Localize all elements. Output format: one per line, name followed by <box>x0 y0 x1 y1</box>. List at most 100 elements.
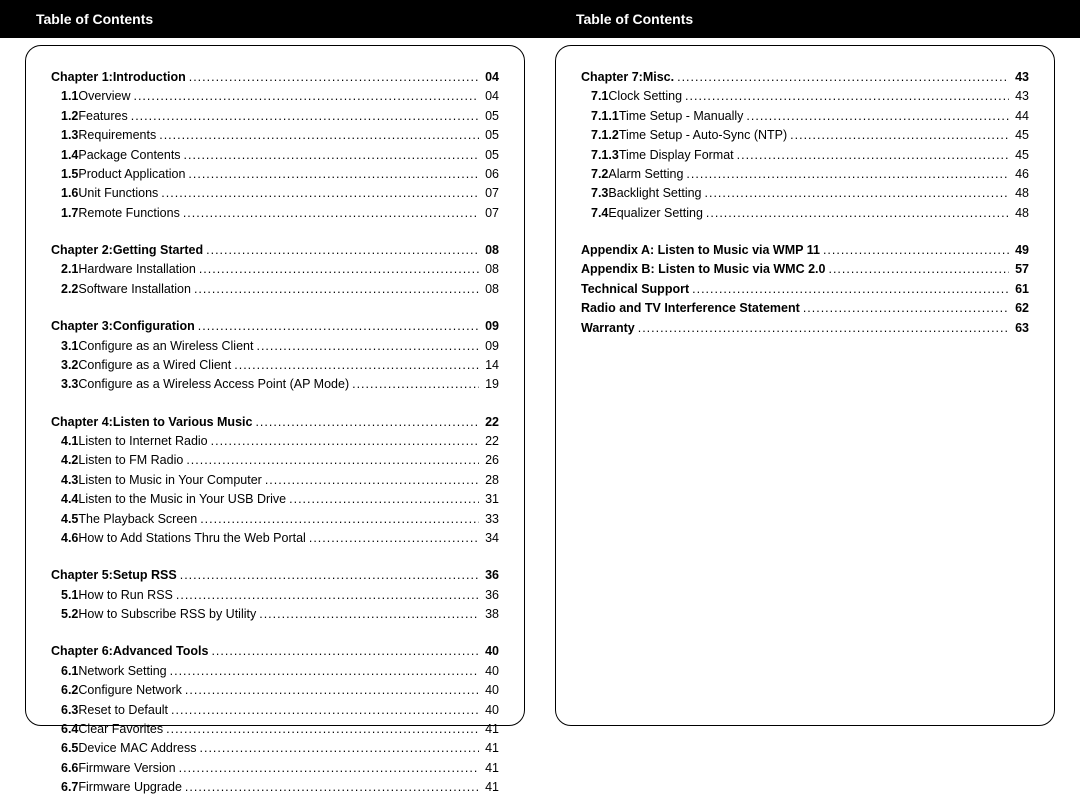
toc-leader-dots <box>191 280 479 299</box>
toc-leader-dots <box>186 68 479 87</box>
toc-entry-title: Warranty <box>581 319 635 338</box>
toc-entry-number: Chapter 6: <box>51 642 113 661</box>
toc-leader-dots <box>262 471 479 490</box>
toc-entry-number: 1.2 <box>61 107 78 126</box>
toc-entry-title: Appendix B: Listen to Music via WMC 2.0 <box>581 260 825 279</box>
toc-sub-row: 1.3 Requirements 05 <box>51 126 499 145</box>
toc-entry-title: Listen to Music in Your Computer <box>78 471 261 490</box>
document-spread: Table of Contents Chapter 1: Introductio… <box>0 0 1080 738</box>
toc-entry-page: 08 <box>479 241 499 260</box>
toc-entry-title: Overview <box>78 87 130 106</box>
toc-sub-row: 7.4 Equalizer Setting 48 <box>581 204 1029 223</box>
toc-extras: Appendix A: Listen to Music via WMP 11 4… <box>581 241 1029 338</box>
toc-leader-dots <box>183 451 479 470</box>
toc-entry-page: 07 <box>479 204 499 223</box>
toc-entry-number: 7.4 <box>591 204 608 223</box>
toc-entry-page: 08 <box>479 280 499 299</box>
toc-leader-dots <box>256 605 479 624</box>
toc-sub-row: 6.2 Configure Network 40 <box>51 681 499 700</box>
toc-chapter-row: Chapter 3: Configuration 09 <box>51 317 499 336</box>
toc-leader-dots <box>635 319 1009 338</box>
toc-entry-number: 7.1.2 <box>591 126 619 145</box>
toc-leader-dots <box>689 280 1009 299</box>
toc-entry-number: 3.3 <box>61 375 78 394</box>
toc-section: Chapter 6: Advanced Tools 40 6.1 Network … <box>51 642 499 797</box>
toc-entry-number: 4.6 <box>61 529 78 548</box>
toc-leader-dots <box>196 260 479 279</box>
toc-entry-title: Advanced Tools <box>113 642 209 661</box>
toc-entry-page: 19 <box>479 375 499 394</box>
toc-entry-title: Configure as an Wireless Client <box>78 337 253 356</box>
toc-sub-row: 1.6 Unit Functions 07 <box>51 184 499 203</box>
toc-leader-dots <box>180 204 479 223</box>
toc-section: Chapter 1: Introduction 041.1 Overview 0… <box>51 68 499 223</box>
toc-entry-number: 1.4 <box>61 146 78 165</box>
toc-chapter-row: Chapter 2: Getting Started 08 <box>51 241 499 260</box>
toc-section: Chapter 4: Listen to Various Music 224.1… <box>51 413 499 549</box>
toc-sub-row: 1.7 Remote Functions 07 <box>51 204 499 223</box>
toc-entry-title: Network Setting <box>78 662 166 681</box>
toc-sub-row: 1.1 Overview 04 <box>51 87 499 106</box>
toc-entry-page: 61 <box>1009 280 1029 299</box>
toc-entry-page: 09 <box>479 317 499 336</box>
toc-entry-number: 4.3 <box>61 471 78 490</box>
toc-entry-page: 09 <box>479 337 499 356</box>
toc-entry-number: Chapter 5: <box>51 566 113 585</box>
toc-sub-row: 6.5 Device MAC Address 41 <box>51 739 499 758</box>
toc-entry-title: Configure as a Wireless Access Point (AP… <box>78 375 349 394</box>
toc-entry-number: 3.2 <box>61 356 78 375</box>
toc-entry-title: Time Display Format <box>619 146 734 165</box>
toc-entry-page: 28 <box>479 471 499 490</box>
toc-leader-dots <box>158 184 479 203</box>
toc-entry-title: Configure as a Wired Client <box>78 356 231 375</box>
toc-sub-row: 4.2 Listen to FM Radio 26 <box>51 451 499 470</box>
toc-sub-row: 1.2 Features 05 <box>51 107 499 126</box>
toc-entry-title: Backlight Setting <box>608 184 701 203</box>
toc-entry-title: Listen to FM Radio <box>78 451 183 470</box>
toc-entry-title: Remote Functions <box>78 204 179 223</box>
toc-section: Chapter 2: Getting Started 082.1 Hardwar… <box>51 241 499 299</box>
toc-entry-title: Configure Network <box>78 681 182 700</box>
toc-entry-number: 6.1 <box>61 662 78 681</box>
page-left: Table of Contents Chapter 1: Introductio… <box>0 0 540 738</box>
toc-leader-dots <box>252 413 479 432</box>
toc-entry-number: 2.2 <box>61 280 78 299</box>
toc-entry-title: Setup RSS <box>113 566 177 585</box>
toc-sub-row: 6.4 Clear Favorites 41 <box>51 720 499 739</box>
toc-entry-page: 26 <box>479 451 499 470</box>
toc-entry-title: How to Add Stations Thru the Web Portal <box>78 529 305 548</box>
toc-entry-title: Alarm Setting <box>608 165 683 184</box>
toc-entry-number: 6.7 <box>61 778 78 797</box>
toc-entry-title: Misc. <box>643 68 674 87</box>
toc-entry-number: 1.7 <box>61 204 78 223</box>
toc-sub-row: 4.3 Listen to Music in Your Computer 28 <box>51 471 499 490</box>
toc-leader-dots <box>167 662 479 681</box>
toc-leader-dots <box>231 356 479 375</box>
toc-sub-row: 2.2 Software Installation 08 <box>51 280 499 299</box>
toc-chapter-row: Chapter 4: Listen to Various Music 22 <box>51 413 499 432</box>
toc-entry-title: Technical Support <box>581 280 689 299</box>
toc-entry-title: Firmware Upgrade <box>78 778 182 797</box>
toc-entry-number: 4.4 <box>61 490 78 509</box>
toc-leader-dots <box>306 529 479 548</box>
toc-entry-page: 22 <box>479 413 499 432</box>
toc-entry-number: 4.5 <box>61 510 78 529</box>
toc-entry-number: 1.6 <box>61 184 78 203</box>
toc-entry-page: 22 <box>479 432 499 451</box>
toc-entry-page: 43 <box>1009 87 1029 106</box>
toc-leader-dots <box>820 241 1009 260</box>
toc-entry-title: Device MAC Address <box>78 739 196 758</box>
toc-entry-title: Unit Functions <box>78 184 158 203</box>
toc-entry-page: 41 <box>479 739 499 758</box>
toc-entry-number: 6.3 <box>61 701 78 720</box>
toc-leader-dots <box>182 681 479 700</box>
toc-entry-page: 45 <box>1009 146 1029 165</box>
toc-section: Chapter 5: Setup RSS 365.1 How to Run RS… <box>51 566 499 624</box>
toc-leader-dots <box>208 432 479 451</box>
toc-entry-number: 7.3 <box>591 184 608 203</box>
toc-entry-page: 40 <box>479 662 499 681</box>
toc-sub-row: 7.3 Backlight Setting 48 <box>581 184 1029 203</box>
toc-section: Chapter 3: Configuration 093.1 Configure… <box>51 317 499 395</box>
toc-entry-page: 49 <box>1009 241 1029 260</box>
toc-chapter-row: Chapter 7: Misc. 43 <box>581 68 1029 87</box>
